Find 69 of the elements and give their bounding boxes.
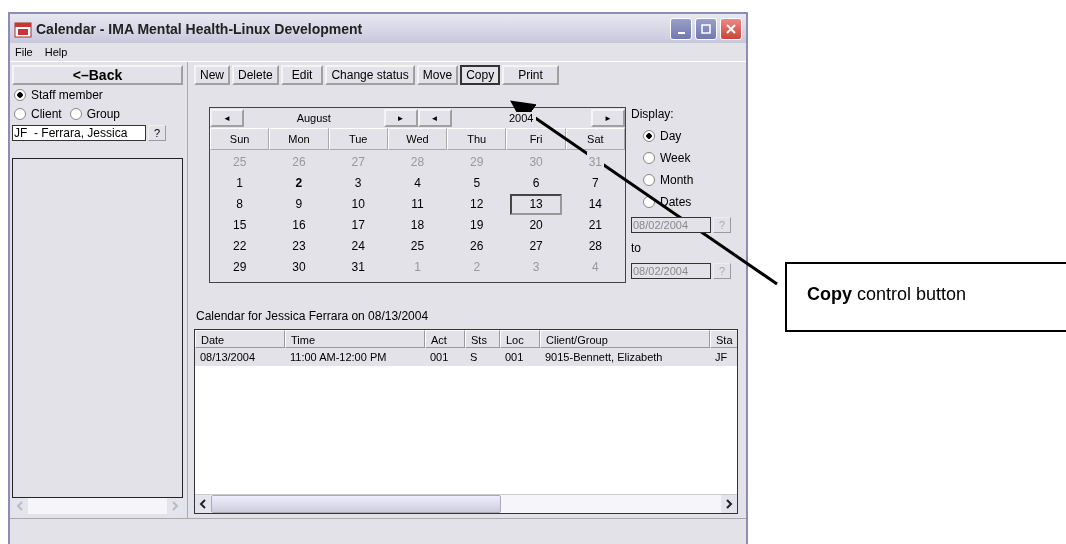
scroll-right-icon[interactable] [721,495,737,513]
toolbar-button[interactable]: Print [502,65,559,85]
radio-dot[interactable] [69,108,82,120]
toolbar-button[interactable]: Copy [460,65,501,85]
back-button[interactable]: <–Back [12,65,183,85]
toolbar-button[interactable]: Edit [280,65,324,85]
table-cell-text: 001 [429,350,450,365]
column-header[interactable]: Time [285,330,425,348]
close-icon [726,23,736,34]
column-header[interactable]: Loc [500,330,540,348]
previous-year-button[interactable]: ◄ [417,109,452,127]
table-cell-text: 08/13/2004 [199,350,257,365]
table-cell-text: S [469,350,479,365]
callout-text: Copy control button [807,284,967,304]
radio-option[interactable]: Client [14,107,62,121]
weekday-header: Thu [447,128,507,150]
window-title: Calendar - IMA Mental Health-Linux Development [36,20,363,37]
minimize-button[interactable] [670,17,692,40]
radio-dot[interactable] [14,89,26,101]
year-label: 2004 [506,112,537,124]
previous-month-button[interactable]: ◄ [210,109,244,127]
scroll-left-icon[interactable] [195,495,211,513]
scroll-bar[interactable] [195,494,737,513]
table-cell-text: 9015-Bennett, Elizabeth [544,350,664,365]
schedule-caption: Calendar for Jessica Ferrara on 08/13/2004 [195,309,430,323]
toolbar-button[interactable]: Move [416,65,459,85]
column-header[interactable]: Sts [465,330,500,348]
weekday-header: Sun [210,128,270,150]
next-month-button[interactable]: ► [383,109,418,127]
weekday-header: Tue [328,128,388,150]
display-label: Display: [631,107,675,121]
radio-option[interactable]: Staff member [14,88,183,102]
weekday-header: Fri [506,128,566,150]
radio-dot[interactable] [643,174,655,186]
maximize-button[interactable] [695,17,717,40]
next-year-button[interactable]: ► [591,109,625,127]
month-label: August [295,112,332,124]
radio-option[interactable]: Day [631,129,731,143]
weekday-header: Mon [269,128,329,150]
toolbar-button[interactable]: Change status [325,65,415,85]
radio-option[interactable]: Group [69,107,121,121]
column-header[interactable]: Act [425,330,465,348]
lookup-button[interactable]: ? [148,125,166,141]
table-cell-text: 11:00 AM-12:00 PM [289,350,388,365]
radio-dot[interactable] [643,130,655,142]
column-header[interactable]: Client/Group [540,330,710,348]
radio-option[interactable]: Week [631,151,731,165]
toolbar-button[interactable]: Delete [232,65,279,85]
column-header[interactable]: Date [195,330,285,348]
to-label: to [631,241,642,255]
staff-field[interactable]: JF - Ferrara, Jessica [12,125,146,141]
column-header[interactable]: Sta [710,330,737,348]
weekday-header: Sat [565,128,625,150]
table-cell-text: JF [714,350,729,365]
close-button[interactable] [720,17,742,40]
table-cell-text: 001 [504,350,525,365]
table-row[interactable]: 08/13/2004 11:00 AM-12:00 PM 001 S 001 9015-Bennett, Elizabeth JF [195,348,737,366]
scroll-thumb[interactable] [211,495,501,513]
calendar-day[interactable]: 13 [510,194,563,215]
calendar-icon [14,19,32,38]
radio-dot[interactable] [643,152,655,164]
minimize-icon [677,31,685,34]
maximize-icon [701,23,711,34]
menu-item[interactable]: File [15,46,33,58]
toolbar-button[interactable]: New [194,65,230,85]
weekday-header: Wed [387,128,448,150]
menu-item[interactable]: Help [44,46,68,58]
radio-dot[interactable] [14,108,26,120]
radio-option[interactable]: Month [631,173,731,187]
